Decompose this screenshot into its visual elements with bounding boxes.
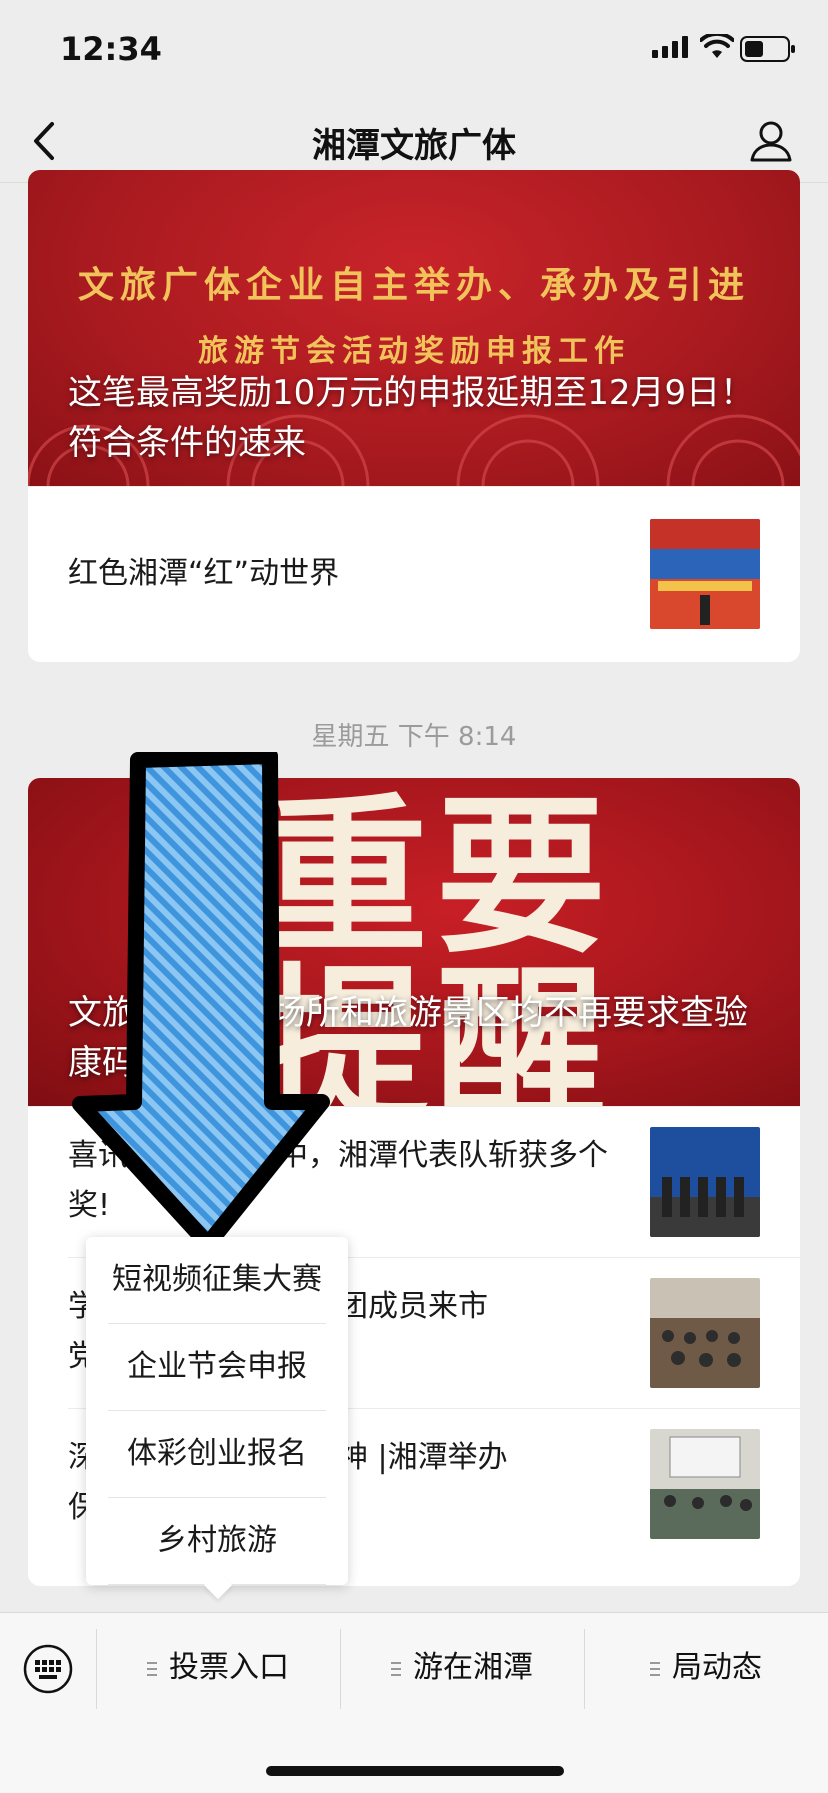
status-time: 12:34	[60, 30, 162, 68]
cellular-signal-icon	[652, 36, 688, 58]
bottom-menu-item-vote[interactable]: 投票入口	[96, 1613, 340, 1723]
article-title: 红色湘潭“红”动世界	[68, 556, 340, 591]
down-arrow-annotation-icon	[72, 752, 330, 1252]
article-thumbnail	[650, 1127, 760, 1237]
submenu-indicator-icon	[391, 1661, 401, 1676]
article-thumbnail	[650, 1278, 760, 1388]
submenu-indicator-icon	[650, 1661, 660, 1676]
page-title: 湘潭文旅广体	[312, 126, 516, 166]
banner-subheadline: 旅游节会活动奖励申报工作	[198, 334, 630, 369]
article-banner[interactable]: 文旅广体企业自主举办、承办及引进 旅游节会活动奖励申报工作 这笔最高奖励10万元…	[28, 170, 800, 486]
wifi-icon	[700, 34, 734, 58]
banner-caption: 这笔最高奖励10万元的申报延期至12月9日！符合条件的速来	[68, 373, 755, 463]
timestamp-label: 星期五 下午 8:14	[311, 722, 517, 752]
list-item[interactable]: 红色湘潭“红”动世界	[28, 486, 800, 662]
submenu-item[interactable]: 企业节会申报	[108, 1324, 326, 1411]
banner-headline: 文旅广体企业自主举办、承办及引进	[77, 264, 750, 306]
submenu-indicator-icon	[147, 1661, 157, 1676]
article-thumbnail	[650, 1429, 760, 1539]
keyboard-icon[interactable]	[22, 1643, 74, 1695]
bottom-menu-item-news[interactable]: 局动态	[584, 1613, 828, 1723]
status-bar: 12:34	[0, 0, 828, 100]
submenu-item[interactable]: 体彩创业报名	[108, 1411, 326, 1498]
article-card: 文旅广体企业自主举办、承办及引进 旅游节会活动奖励申报工作 这笔最高奖励10万元…	[28, 170, 800, 662]
submenu-popup: 短视频征集大赛 企业节会申报 体彩创业报名 乡村旅游	[86, 1237, 348, 1600]
bottom-menu-item-travel[interactable]: 游在湘潭	[340, 1613, 584, 1723]
article-thumbnail	[650, 519, 760, 629]
home-indicator[interactable]	[266, 1766, 564, 1776]
battery-icon	[740, 36, 795, 62]
user-profile-icon[interactable]	[748, 118, 794, 164]
submenu-item[interactable]: 短视频征集大赛	[108, 1237, 326, 1324]
